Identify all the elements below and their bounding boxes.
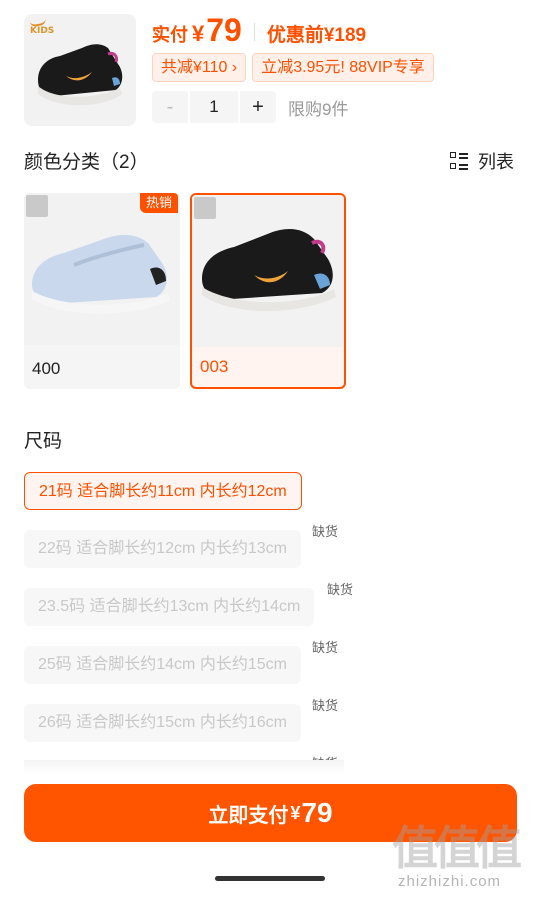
out-of-stock-label: 缺货 bbox=[327, 582, 354, 597]
vip-discount-chip[interactable]: 立减3.95元! 88VIP专享 bbox=[252, 53, 434, 82]
watermark-logo: 值值值 bbox=[392, 821, 522, 875]
quantity-input[interactable]: 1 bbox=[188, 91, 240, 123]
price-divider bbox=[253, 23, 255, 41]
pay-currency: ¥ bbox=[290, 802, 301, 823]
quantity-row: - 1 + 限购9件 bbox=[152, 91, 348, 123]
list-view-toggle[interactable]: 列表 bbox=[450, 148, 514, 174]
out-of-stock-label: 缺货 bbox=[312, 698, 339, 713]
purchase-limit: 限购9件 bbox=[288, 99, 349, 119]
original-price: 优惠前¥189 bbox=[266, 25, 367, 46]
brand-logo-icon bbox=[26, 195, 48, 217]
pay-now-label: 立即支付 bbox=[208, 804, 289, 827]
final-price: 79 bbox=[206, 12, 242, 48]
price-currency: ¥ bbox=[192, 21, 205, 46]
price-label: 实付 bbox=[152, 25, 188, 45]
size-option-partial[interactable] bbox=[24, 760, 344, 774]
size-option[interactable]: 23.5码 适合脚长约13cm 内长约14cm bbox=[24, 588, 315, 626]
out-of-stock-label: 缺货 bbox=[312, 524, 339, 539]
decrease-button[interactable]: - bbox=[152, 91, 188, 123]
home-indicator[interactable] bbox=[215, 876, 325, 881]
color-option-003[interactable]: 003 bbox=[190, 193, 346, 389]
increase-button[interactable]: + bbox=[240, 91, 276, 123]
pay-amount: 79 bbox=[301, 797, 333, 828]
list-view-label: 列表 bbox=[478, 152, 514, 172]
price-row: 实付 ¥ 79 优惠前¥189 bbox=[152, 12, 366, 52]
out-of-stock-label: 缺货 bbox=[312, 640, 339, 655]
color-section-title: 颜色分类（2） bbox=[24, 152, 149, 173]
size-option[interactable]: 26码 适合脚长约15cm 内长约16cm bbox=[24, 704, 301, 742]
size-option[interactable]: 25码 适合脚长约14cm 内长约15cm bbox=[24, 646, 301, 684]
color-option-400[interactable]: 热销 400 bbox=[24, 193, 180, 389]
promo-row: 共减¥110 › 立减3.95元! 88VIP专享 bbox=[152, 53, 434, 82]
brand-logo-icon bbox=[194, 197, 216, 219]
total-discount-chip[interactable]: 共减¥110 › bbox=[152, 53, 247, 82]
color-option-label: 003 bbox=[200, 357, 229, 376]
product-thumbnail[interactable]: KIDS bbox=[24, 14, 136, 126]
watermark-text: zhizhizhi.com bbox=[398, 873, 502, 890]
size-section-title: 尺码 bbox=[24, 431, 63, 452]
list-view-icon bbox=[450, 152, 468, 170]
hot-sale-badge: 热销 bbox=[139, 193, 178, 213]
shoe-image bbox=[38, 44, 123, 106]
color-option-label: 400 bbox=[32, 359, 61, 378]
size-option[interactable]: 21码 适合脚长约11cm 内长约12cm bbox=[24, 472, 302, 510]
size-option[interactable]: 22码 适合脚长约12cm 内长约13cm bbox=[24, 530, 301, 568]
quantity-stepper: - 1 + bbox=[152, 91, 276, 123]
